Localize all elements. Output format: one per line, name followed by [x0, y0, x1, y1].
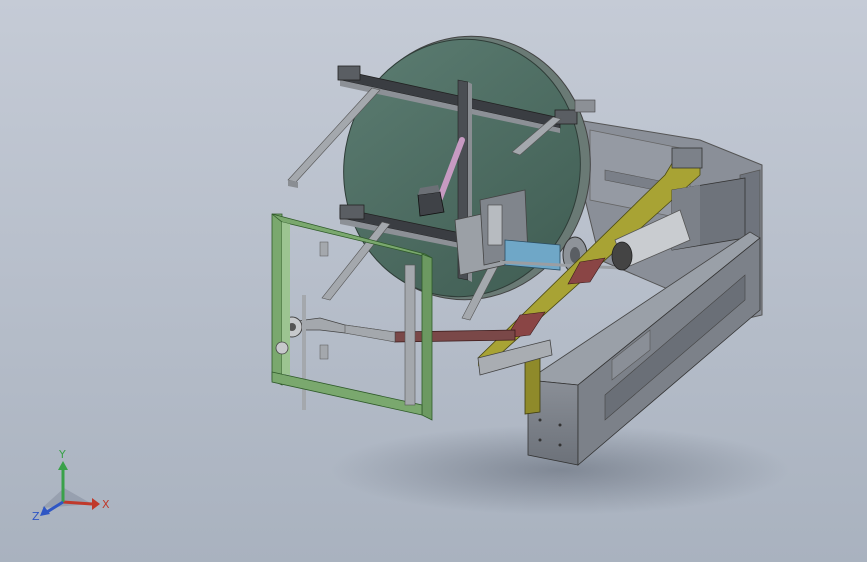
x-axis-label: X — [102, 498, 110, 511]
x-axis-line — [62, 500, 93, 506]
yellow-post[interactable] — [524, 357, 541, 415]
rail-bracket[interactable] — [477, 339, 553, 376]
linkage-arm[interactable] — [281, 295, 516, 410]
triad-base — [42, 488, 92, 508]
y-axis-label: Y — [58, 448, 66, 461]
y-axis-arrow — [58, 461, 68, 470]
cad-viewport[interactable]: X Y Z — [0, 0, 867, 562]
x-axis-arrow — [92, 498, 100, 510]
axis-triad: X Y Z — [32, 448, 110, 523]
machine-model[interactable] — [0, 0, 867, 562]
z-axis-label: Z — [32, 510, 40, 523]
